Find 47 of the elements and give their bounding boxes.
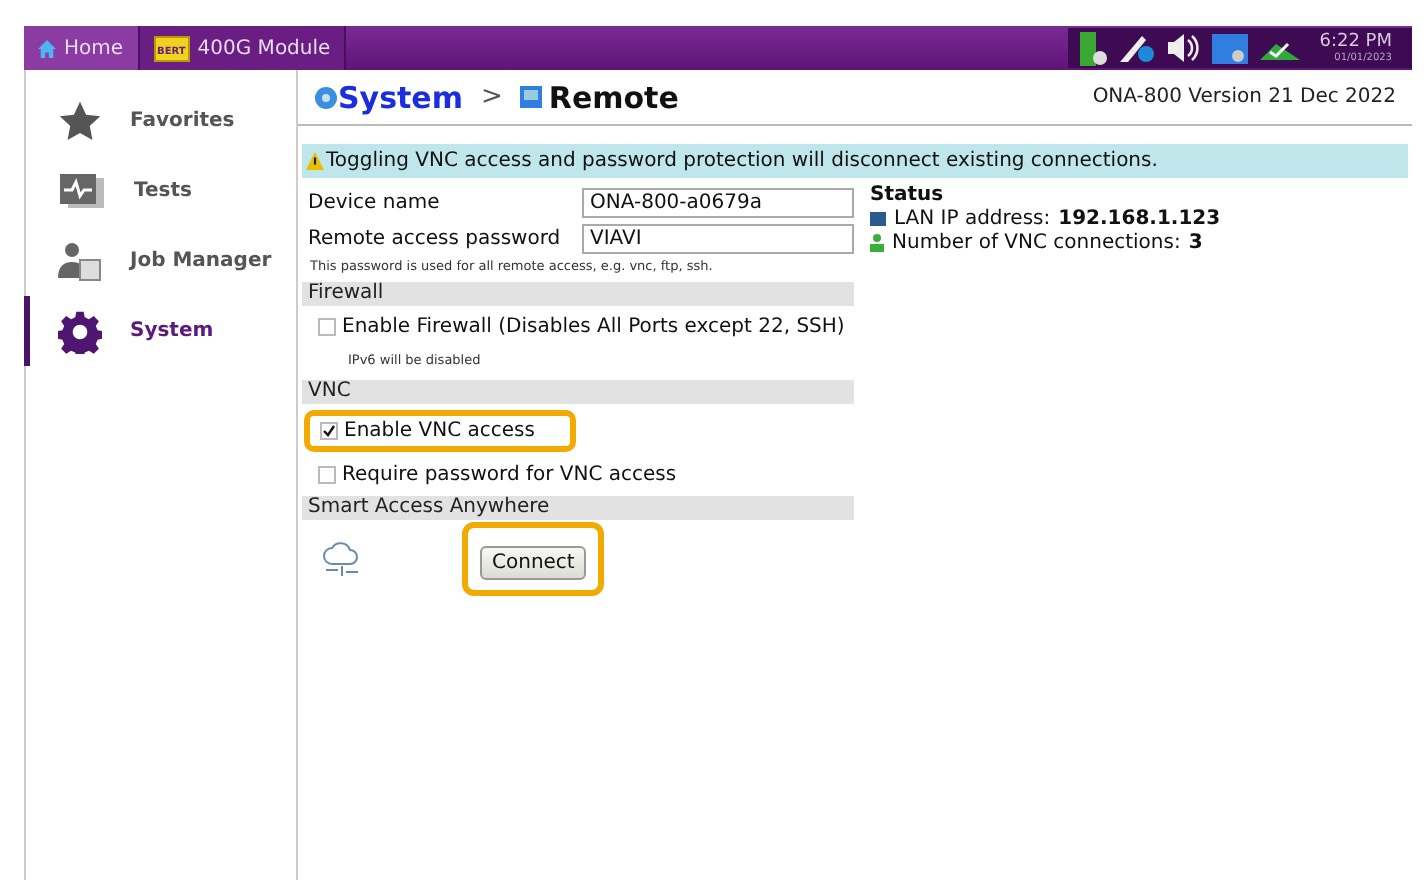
- checkbox-label: Require password for VNC access: [342, 464, 677, 486]
- checkbox-option[interactable]: Enable Firewall (Disables All Ports except 22, SSH): [318, 312, 845, 342]
- version-text: ONA-800 Version 21 Dec 2022: [1092, 86, 1396, 108]
- checkbox-option[interactable]: Require password for VNC access: [318, 460, 677, 490]
- sidebar-item[interactable]: System: [24, 296, 296, 366]
- checkbox[interactable]: [320, 422, 338, 440]
- sidebar-item[interactable]: Tests: [24, 156, 296, 226]
- monitor-icon: [520, 86, 543, 108]
- sidebar-label: Favorites: [130, 110, 235, 132]
- checkbox-label: Enable Firewall (Disables All Ports except 22, SSH): [342, 316, 845, 338]
- checkbox[interactable]: [318, 466, 336, 484]
- waveform-monitor-icon: [58, 171, 106, 211]
- speaker-icon[interactable]: [1167, 34, 1200, 62]
- home-icon: [38, 39, 56, 57]
- section-header: Smart Access Anywhere: [302, 496, 854, 520]
- person-list-icon: [58, 241, 102, 281]
- status-label: Number of VNC connections:: [892, 232, 1181, 254]
- star-icon: [58, 99, 102, 143]
- highlighted-checkbox-option[interactable]: Enable VNC access: [304, 410, 577, 452]
- warning-icon: [306, 152, 324, 170]
- checkbox[interactable]: [318, 318, 336, 336]
- sidebar-item[interactable]: Favorites: [24, 86, 296, 156]
- warning-text: Toggling VNC access and password protection will disconnect existing connections.: [326, 150, 1158, 172]
- top-tab[interactable]: Home: [24, 26, 140, 70]
- cloud-network-icon: [322, 541, 362, 577]
- section-header: VNC: [302, 380, 854, 404]
- checkbox-label: Enable VNC access: [344, 420, 535, 442]
- status-label: LAN IP address:: [894, 208, 1051, 230]
- status-value: 192.168.1.123: [1058, 208, 1221, 230]
- breadcrumb[interactable]: System: [338, 79, 463, 115]
- field-label: Device name: [306, 191, 442, 213]
- sidebar-label: Job Manager: [130, 250, 272, 272]
- sidebar-item[interactable]: Job Manager: [24, 226, 296, 296]
- sidebar-label: Tests: [134, 180, 192, 202]
- status-value: 3: [1188, 232, 1203, 254]
- connect-button[interactable]: Connect: [480, 546, 587, 580]
- text-field[interactable]: VIAVI: [582, 223, 854, 253]
- section-header: Firewall: [302, 282, 854, 306]
- status-title: Status: [870, 184, 946, 206]
- clock-time: 6:22 PM: [1319, 32, 1392, 52]
- field-label: Remote access password: [306, 227, 563, 249]
- person-icon: [870, 234, 884, 252]
- breadcrumb: Remote: [548, 79, 679, 115]
- sidebar-label: System: [130, 320, 214, 342]
- text-field[interactable]: ONA-800-a0679a: [582, 187, 854, 217]
- breadcrumb-separator: >: [480, 82, 503, 112]
- settings-icon: [58, 309, 102, 353]
